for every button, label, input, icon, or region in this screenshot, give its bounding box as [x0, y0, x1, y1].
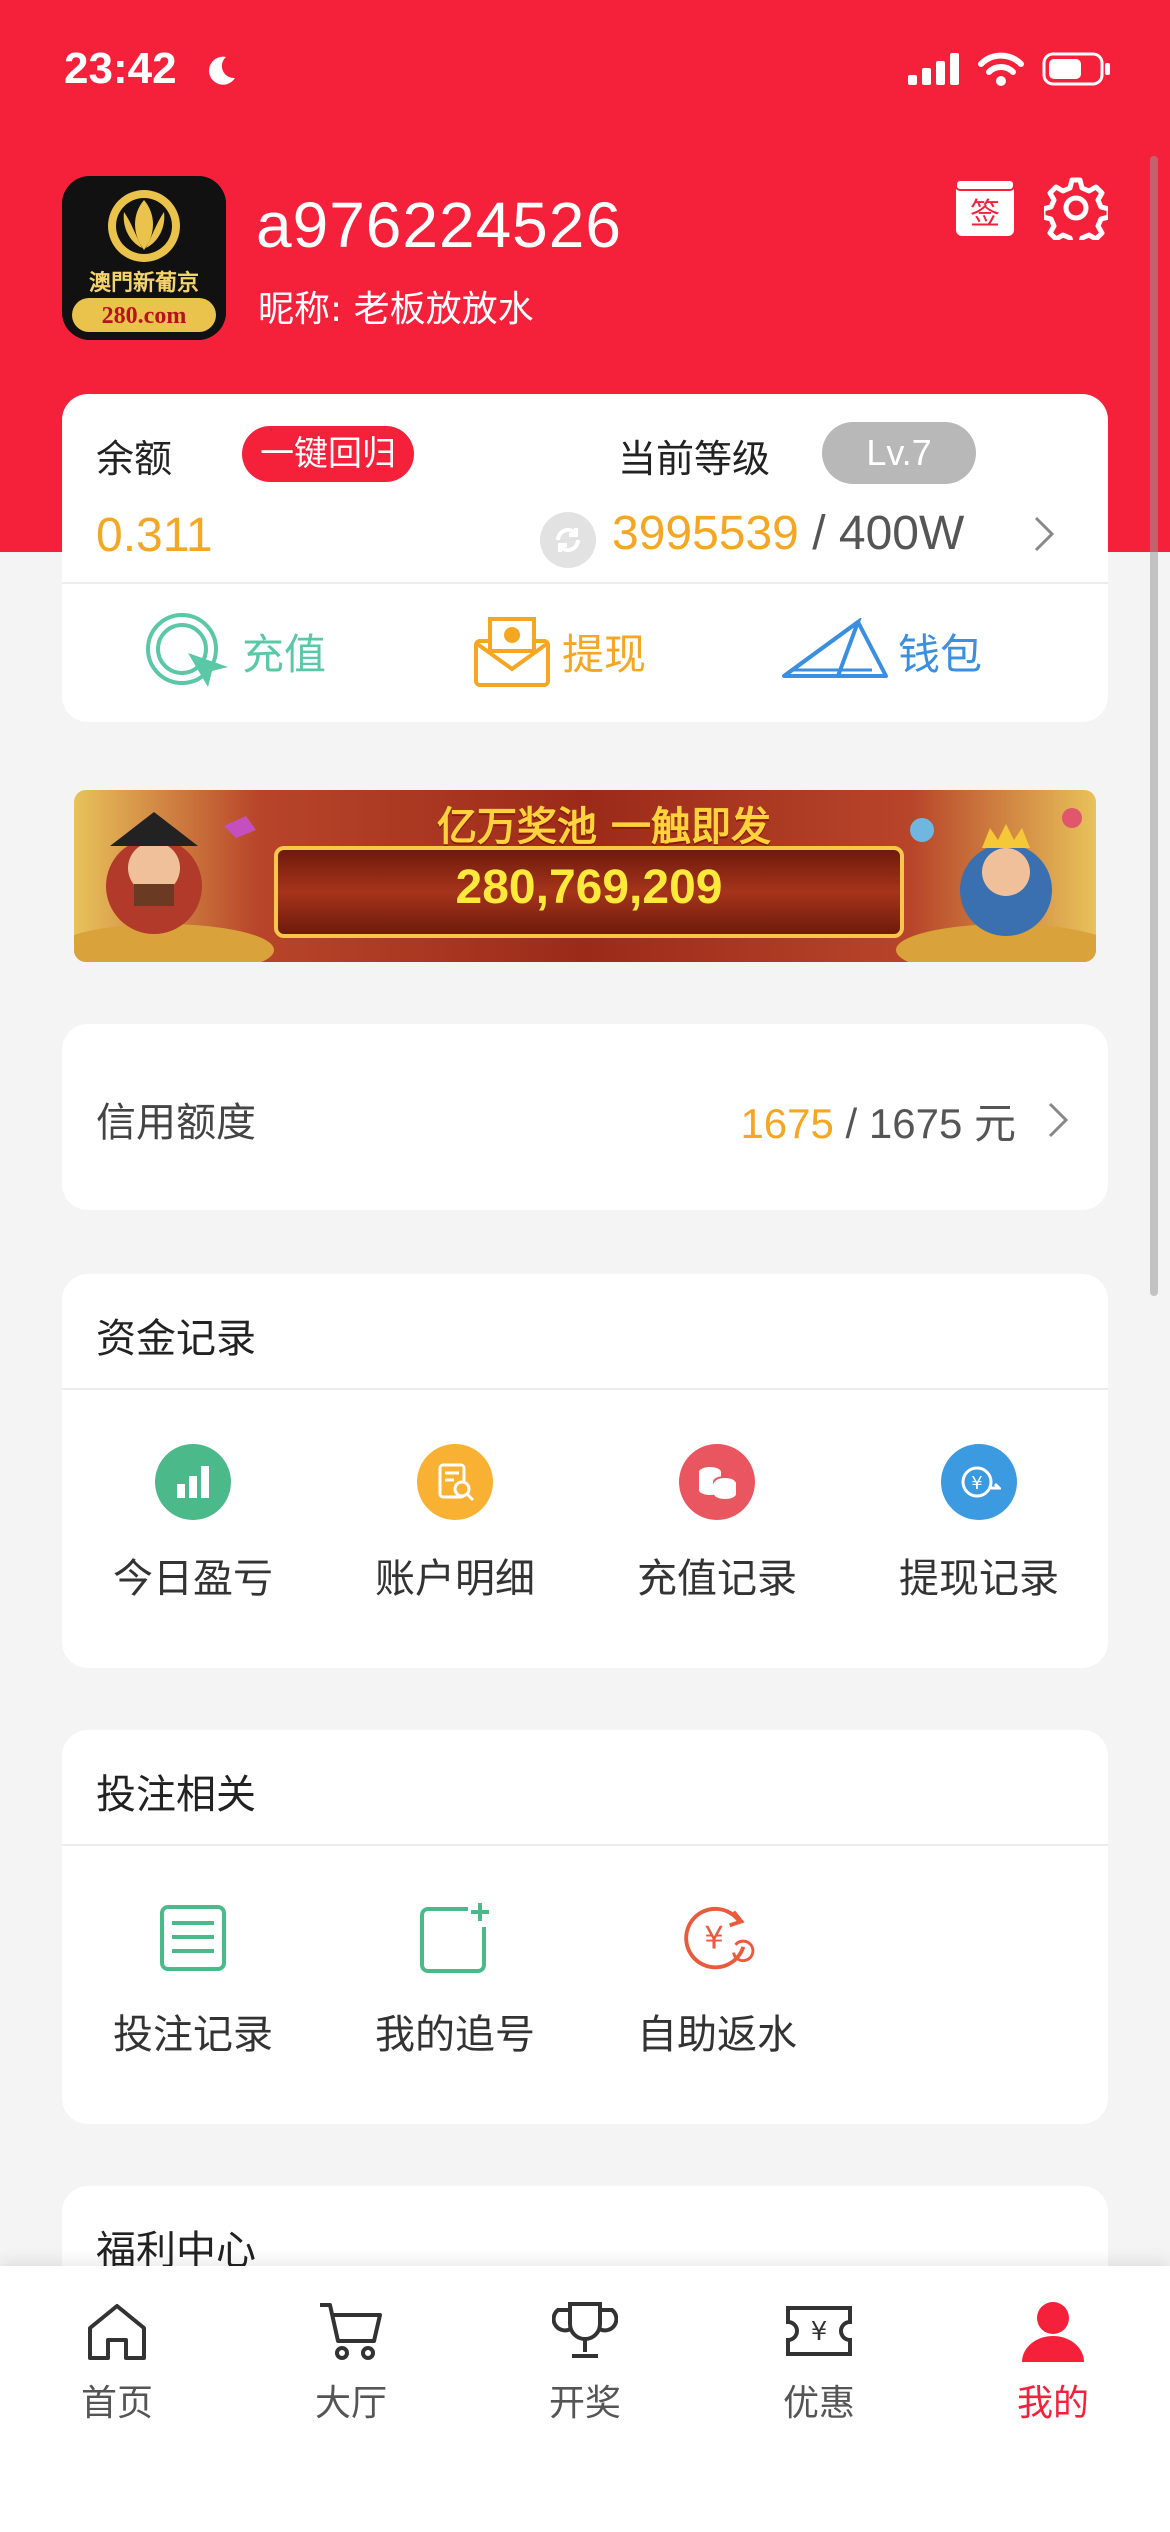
grid-label: 提现记录: [899, 1556, 1059, 1602]
recharge-label: 充值: [242, 629, 327, 679]
status-time: 23:42: [64, 44, 177, 93]
moon-icon: [209, 56, 235, 85]
gear-icon: [1040, 177, 1112, 249]
wallet-button[interactable]: 钱包: [782, 606, 982, 696]
username: a976224526: [256, 189, 622, 261]
sign-in-button[interactable]: 签: [954, 176, 1016, 238]
wallet-label: 钱包: [898, 629, 983, 679]
points-target: 400W: [838, 507, 965, 560]
level-label: 当前等级: [618, 437, 771, 481]
recharge-button[interactable]: 充值: [142, 606, 326, 696]
pirate-character-image: [74, 812, 274, 962]
cart-icon: [234, 2296, 468, 2366]
svg-text:¥: ¥: [704, 1921, 724, 1957]
chart-icon: [155, 1444, 231, 1520]
bottom-tab-bar: 首页 大厅 开奖 ¥ 优惠 我的: [0, 2266, 1170, 2532]
withdraw-icon: [474, 617, 550, 687]
grid-label: 自助返水: [637, 2012, 797, 2058]
settings-button[interactable]: [1040, 176, 1112, 249]
level-badge: Lv.7: [822, 422, 976, 484]
credit-separator: /: [833, 1100, 869, 1147]
funds-record-section: 资金记录 今日盈亏 账户明细 充值记录 ¥ 提现记录: [62, 1274, 1108, 1668]
calendar-sign-icon: 签: [955, 179, 1015, 236]
avatar[interactable]: 澳門新葡京 280.com: [62, 176, 226, 340]
recharge-record-button[interactable]: 充值记录: [586, 1444, 848, 1604]
tab-home[interactable]: 首页: [0, 2296, 234, 2426]
my-chase-button[interactable]: 我的追号: [324, 1900, 586, 2060]
tab-lobby[interactable]: 大厅: [234, 2296, 468, 2426]
wifi-icon: [978, 52, 1024, 86]
scrollbar[interactable]: [1150, 156, 1158, 1296]
credit-current: 1675: [740, 1100, 834, 1147]
document-search-icon: [417, 1444, 493, 1520]
tab-promotions[interactable]: ¥ 优惠: [702, 2296, 936, 2426]
withdraw-record-button[interactable]: ¥ 提现记录: [848, 1444, 1110, 1604]
credit-value: 1675 / 1675 元: [740, 1090, 1016, 1151]
battery-icon: [1042, 52, 1110, 86]
self-rebate-button[interactable]: ¥ 自助返水: [586, 1900, 848, 2060]
svg-text:澳門新葡京: 澳門新葡京: [89, 270, 199, 296]
grid-label: 充值记录: [637, 1556, 797, 1602]
sign-label: 签: [970, 197, 1000, 232]
balance-value: 0.311: [96, 509, 213, 562]
points-separator: /: [798, 507, 839, 560]
balance-card: 余额 一键回归 当前等级 Lv.7 0.311 3995539 / 400W 充…: [62, 394, 1108, 722]
tab-label: 首页: [80, 2383, 153, 2424]
tab-mine[interactable]: 我的: [936, 2296, 1170, 2426]
home-icon: [0, 2296, 234, 2366]
jackpot-amount: 280,769,209: [455, 861, 723, 914]
status-indicators: [908, 52, 1112, 86]
svg-text:280.com: 280.com: [102, 303, 187, 329]
svg-text:¥: ¥: [971, 1473, 982, 1494]
banner-headline: 亿万奖池 一触即发: [437, 804, 771, 850]
grid-label: 投注记录: [113, 2012, 273, 2058]
grid-label: 我的追号: [375, 2012, 535, 2058]
tab-label: 我的: [1016, 2383, 1089, 2424]
divider: [62, 1388, 1108, 1390]
wallet-icon: [782, 618, 888, 678]
yen-refresh-icon: ¥: [679, 1900, 755, 1976]
tab-label: 开奖: [548, 2383, 621, 2424]
yen-transfer-icon: ¥: [941, 1444, 1017, 1520]
tab-label: 优惠: [782, 2383, 855, 2424]
section-title: 资金记录: [96, 1316, 256, 1362]
level-points[interactable]: 3995539 / 400W: [612, 506, 964, 561]
points-current: 3995539: [612, 507, 799, 560]
add-square-icon: [417, 1900, 493, 1976]
grid-label: 今日盈亏: [113, 1556, 273, 1602]
divider: [62, 582, 1108, 584]
jackpot-banner[interactable]: 亿万奖池 一触即发 280,769,209: [74, 790, 1096, 962]
user-icon: [936, 2296, 1170, 2366]
signal-icon: [908, 53, 959, 85]
svg-text:¥: ¥: [811, 2317, 828, 2347]
king-character-image: [896, 808, 1096, 962]
bet-record-button[interactable]: 投注记录: [62, 1900, 324, 2060]
grid-label: 账户明细: [375, 1556, 535, 1602]
ticket-icon: ¥: [702, 2296, 936, 2366]
withdraw-label: 提现: [562, 629, 647, 679]
brand-logo: 澳門新葡京 280.com: [62, 176, 226, 340]
withdraw-button[interactable]: 提现: [472, 606, 646, 696]
list-icon: [155, 1900, 231, 1976]
credit-label: 信用额度: [96, 1100, 256, 1146]
divider: [62, 1844, 1108, 1846]
tab-label: 大厅: [314, 2383, 387, 2424]
betting-section: 投注相关 投注记录 我的追号 ¥ 自助返水: [62, 1730, 1108, 2124]
tab-draw[interactable]: 开奖: [468, 2296, 702, 2426]
credit-card[interactable]: 信用额度 1675 / 1675 元: [62, 1024, 1108, 1210]
chevron-right-icon: [1048, 1102, 1069, 1138]
recharge-icon: [146, 613, 228, 687]
trophy-icon: [468, 2296, 702, 2366]
refresh-icon[interactable]: [540, 512, 596, 568]
credit-total: 1675 元: [868, 1100, 1016, 1147]
nickname: 昵称: 老板放放水: [258, 289, 534, 330]
one-key-return-button[interactable]: 一键回归: [242, 426, 414, 482]
section-title: 投注相关: [96, 1772, 256, 1818]
today-profit-button[interactable]: 今日盈亏: [62, 1444, 324, 1604]
balance-label: 余额: [96, 437, 173, 481]
chevron-right-icon[interactable]: [1032, 514, 1056, 554]
coins-icon: [679, 1444, 755, 1520]
account-detail-button[interactable]: 账户明细: [324, 1444, 586, 1604]
